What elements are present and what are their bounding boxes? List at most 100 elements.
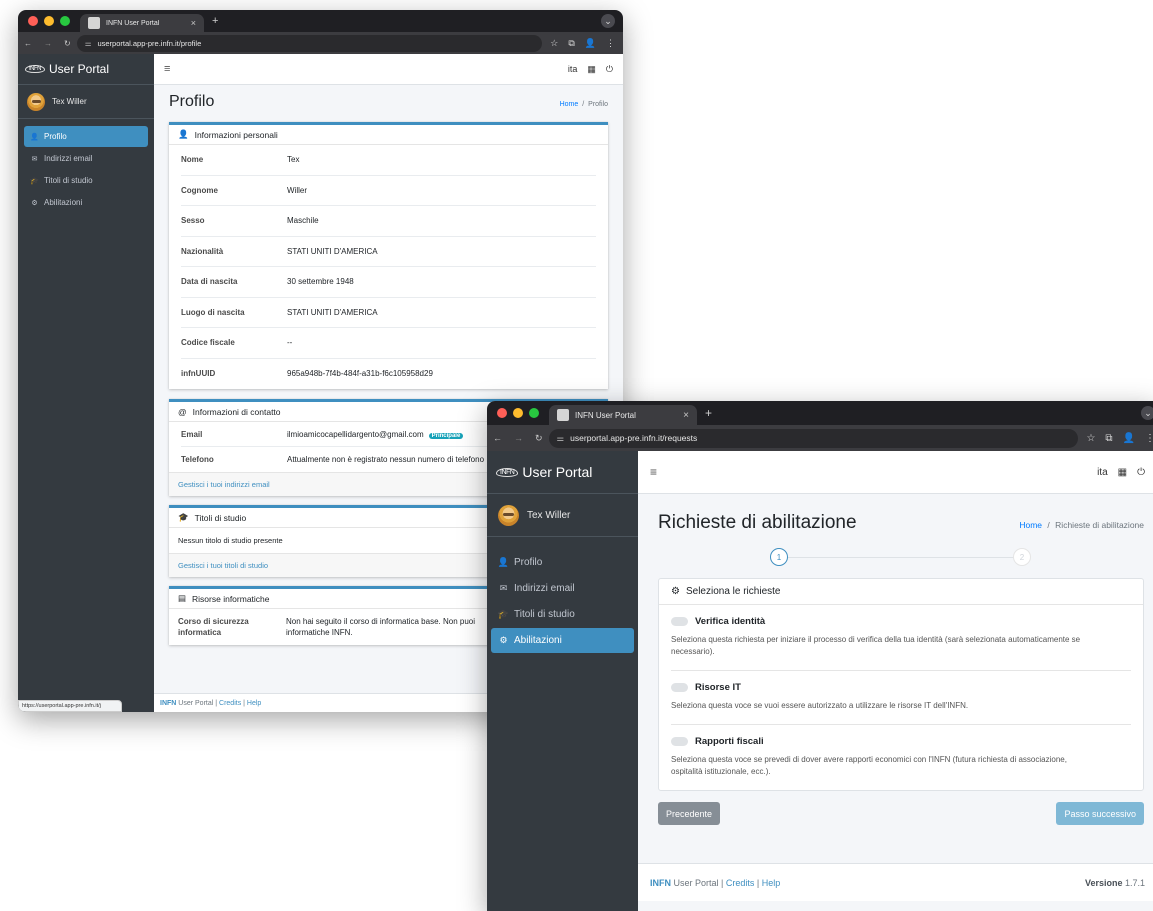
step-1[interactable]: 1	[770, 548, 788, 566]
sidebar-item-label: Indirizzi email	[44, 154, 93, 163]
user-panel[interactable]: Tex Willer	[487, 494, 638, 537]
url-field[interactable]: ⚌ userportal.app-pre.infn.it/requests	[548, 428, 1079, 448]
footer: INFN User Portal | Credits | Help Versio…	[638, 863, 1153, 901]
card-header: ⚙ Seleziona le richieste	[659, 579, 1143, 605]
personal-info-card: 👤 Informazioni personali Nome Tex Cognome W…	[169, 122, 608, 389]
breadcrumb-home-link[interactable]: Home	[560, 101, 579, 108]
stepper-line	[780, 557, 1024, 558]
request-option: Risorse IT Seleziona questa voce se vuoi …	[671, 671, 1131, 725]
tab-search-icon[interactable]: ⌄	[601, 14, 615, 28]
previous-button[interactable]: Precedente	[658, 802, 721, 825]
language-selector[interactable]: ita	[1097, 467, 1108, 478]
extensions-icon[interactable]: ⧉	[568, 38, 574, 49]
request-description: Seleziona questa voce se prevedi di dove…	[671, 755, 1067, 776]
apps-grid-icon[interactable]: ▦	[587, 64, 596, 75]
maximize-window-button[interactable]	[60, 16, 70, 26]
infn-logo: INFN	[25, 65, 45, 73]
sidebar-item-label: Profilo	[44, 132, 67, 141]
personal-info-row: Codice fiscale --	[181, 328, 596, 359]
request-description: Seleziona questa voce se vuoi essere aut…	[671, 701, 969, 710]
bookmark-star-icon[interactable]: ☆	[1086, 433, 1095, 444]
breadcrumb-current: Richieste di abilitazione	[1055, 520, 1144, 530]
power-icon[interactable]: ⏻	[1137, 467, 1145, 478]
browser-tab[interactable]: INFN User Portal ×	[549, 405, 697, 425]
favicon-icon	[88, 17, 100, 29]
browser-tab[interactable]: INFN User Portal ×	[80, 14, 204, 32]
reload-icon[interactable]: ↻	[529, 433, 549, 444]
forward-icon[interactable]: →	[508, 433, 529, 443]
avatar	[27, 92, 45, 111]
sidebar-item-indirizzi-email[interactable]: ✉ Indirizzi email	[491, 576, 634, 601]
brand[interactable]: INFN User Portal	[487, 451, 638, 494]
sidebar-item-indirizzi-email[interactable]: ✉ Indirizzi email	[24, 148, 148, 169]
sidebar-item-titoli-di-studio[interactable]: 🎓 Titoli di studio	[491, 602, 634, 627]
profile-icon[interactable]: 👤	[585, 38, 596, 49]
url-text: userportal.app-pre.infn.it/profile	[97, 38, 202, 48]
back-icon[interactable]: ←	[487, 433, 508, 443]
server-icon: ▤	[178, 593, 187, 603]
request-title: Verifica identità	[695, 616, 766, 627]
apps-grid-icon[interactable]: ▦	[1118, 467, 1127, 478]
help-link[interactable]: Help	[247, 700, 261, 707]
language-selector[interactable]: ita	[568, 64, 578, 74]
extensions-icon[interactable]: ⧉	[1105, 433, 1112, 444]
sidebar-item-titoli-di-studio[interactable]: 🎓 Titoli di studio	[24, 170, 148, 191]
brand-text: User Portal	[522, 464, 593, 480]
sidebar-item-abilitazioni[interactable]: ⚙ Abilitazioni	[24, 192, 148, 213]
power-icon[interactable]: ⏻	[606, 64, 613, 75]
close-window-button[interactable]	[28, 16, 38, 26]
window-controls	[18, 16, 80, 26]
field-value: STATI UNITI D'AMERICA	[287, 246, 378, 256]
breadcrumb: Home / Profilo	[559, 101, 608, 108]
hamburger-menu-icon[interactable]: ≡	[164, 63, 170, 75]
graduation-cap-icon: 🎓	[178, 512, 189, 522]
request-toggle[interactable]	[671, 683, 688, 692]
sidebar-item-profilo[interactable]: 👤 Profilo	[24, 126, 148, 147]
site-settings-icon[interactable]: ⚌	[85, 39, 92, 48]
sidebar-item-profilo[interactable]: 👤 Profilo	[491, 550, 634, 575]
requests-card: ⚙ Seleziona le richieste Verifica identi…	[658, 578, 1144, 791]
user-panel[interactable]: Tex Willer	[18, 85, 154, 119]
favicon-icon	[557, 409, 569, 421]
hamburger-menu-icon[interactable]: ≡	[650, 465, 657, 479]
profile-icon[interactable]: 👤	[1123, 433, 1135, 444]
browser-menu-icon[interactable]: ⋮	[1145, 433, 1153, 444]
personal-info-row: Nome Tex	[181, 145, 596, 176]
request-toggle[interactable]	[671, 737, 688, 746]
request-toggle[interactable]	[671, 617, 688, 626]
personal-info-row: Sesso Maschile	[181, 206, 596, 237]
next-step-button[interactable]: Passo successivo	[1056, 802, 1144, 825]
tab-close-icon[interactable]: ×	[683, 410, 689, 421]
tab-search-icon[interactable]: ⌄	[1141, 406, 1153, 420]
reload-icon[interactable]: ↻	[58, 39, 77, 48]
sidebar-menu: 👤 Profilo ✉ Indirizzi email 🎓 Titoli di studi…	[487, 537, 638, 667]
request-title: Risorse IT	[695, 682, 741, 693]
minimize-window-button[interactable]	[513, 408, 523, 418]
graduation-cap-icon: 🎓	[30, 177, 39, 185]
tab-close-icon[interactable]: ×	[191, 18, 196, 28]
tab-title: INFN User Portal	[575, 410, 636, 420]
maximize-window-button[interactable]	[529, 408, 539, 418]
breadcrumb-home-link[interactable]: Home	[1019, 520, 1042, 530]
credits-link[interactable]: Credits	[726, 878, 755, 888]
field-label: Codice fiscale	[181, 338, 235, 348]
bookmark-star-icon[interactable]: ☆	[550, 38, 558, 49]
brand[interactable]: INFN User Portal	[18, 54, 154, 85]
user-name: Tex Willer	[52, 97, 87, 106]
credits-link[interactable]: Credits	[219, 700, 241, 707]
cogs-icon: ⚙	[31, 199, 38, 207]
site-settings-icon[interactable]: ⚌	[557, 433, 565, 444]
forward-icon[interactable]: →	[38, 39, 58, 48]
sidebar-item-abilitazioni[interactable]: ⚙ Abilitazioni	[491, 628, 634, 653]
new-tab-button[interactable]: +	[697, 406, 720, 420]
close-window-button[interactable]	[497, 408, 507, 418]
help-link[interactable]: Help	[762, 878, 781, 888]
back-icon[interactable]: ←	[18, 39, 38, 48]
step-2[interactable]: 2	[1013, 548, 1031, 566]
field-value: Maschile	[287, 216, 319, 226]
field-value: 965a948b-7f4b-484f-a31b-f6c105958d29	[287, 369, 433, 379]
new-tab-button[interactable]: +	[204, 15, 226, 27]
minimize-window-button[interactable]	[44, 16, 54, 26]
browser-menu-icon[interactable]: ⋮	[606, 38, 615, 49]
url-field[interactable]: ⚌ userportal.app-pre.infn.it/profile	[76, 34, 543, 52]
